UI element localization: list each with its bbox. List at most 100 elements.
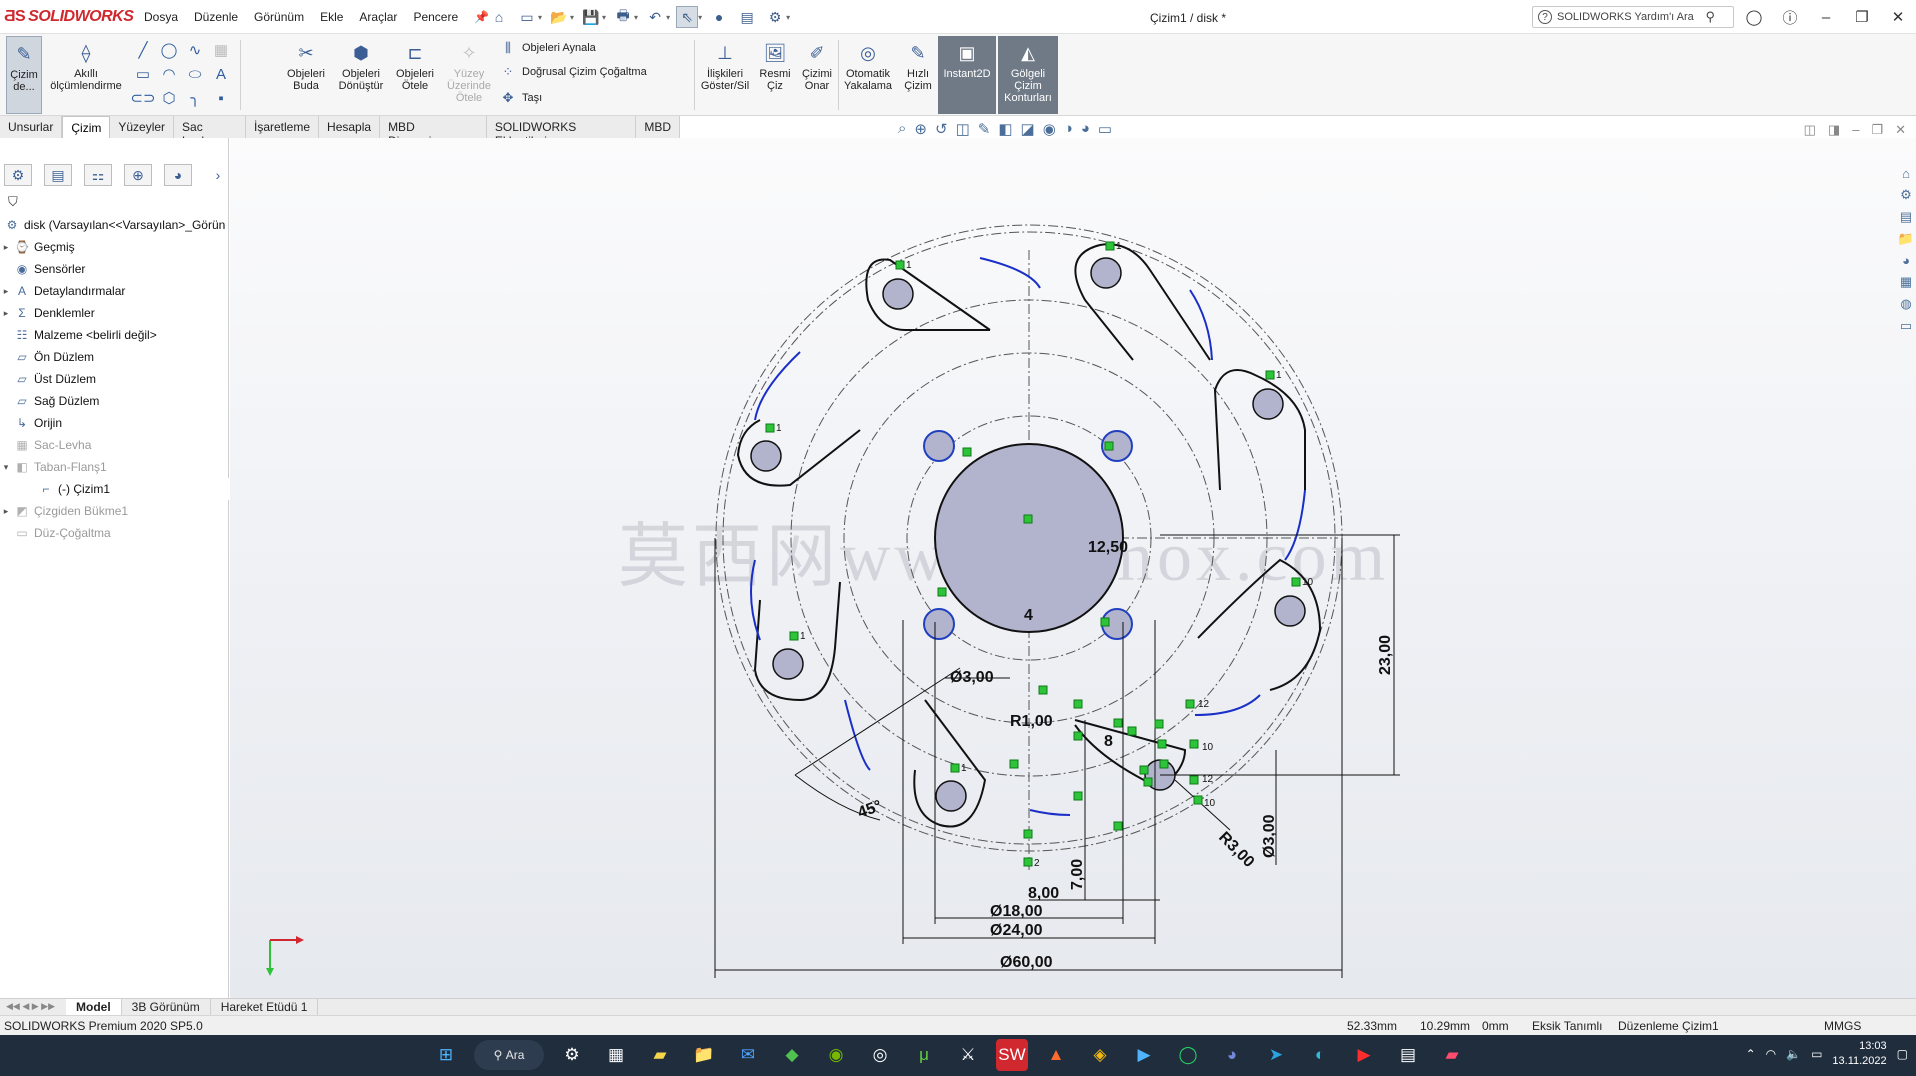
dim-d3-right[interactable]: Ø3,00 [1261,814,1278,858]
configuration-icon[interactable]: ⚏ [84,164,112,186]
rectangle-icon[interactable]: ▭ [130,62,156,86]
relation-marker[interactable] [1023,514,1033,524]
move-entities-button[interactable]: ✥ Taşı [500,90,543,106]
file-explorer-icon[interactable]: 📁 [688,1039,720,1071]
edge-icon[interactable]: ◐ [1304,1039,1336,1071]
viewport-restore-icon[interactable]: ❐ [1871,122,1883,138]
help-search-input[interactable]: ? SOLIDWORKS Yardım'ı Ara ⚲ [1532,6,1734,28]
close-button[interactable]: ✕ [1880,8,1916,26]
xbox-icon[interactable]: ◆ [776,1039,808,1071]
relation-marker[interactable] [1189,775,1199,785]
utorrent-icon[interactable]: μ [908,1039,940,1071]
display-manager-icon[interactable]: ◕ [164,164,192,186]
center-hole[interactable] [934,443,1124,633]
previous-view-icon[interactable]: ↺ [935,120,948,138]
text-icon[interactable]: A [208,62,234,86]
filter-icon[interactable]: ⛉ [8,194,18,210]
appearance-icon[interactable]: ◕ [1902,253,1910,268]
relation-marker[interactable] [1157,739,1167,749]
tree-root[interactable]: ⚙ disk (Varsayılan<<Varsayılan>_Görün [0,214,229,236]
chat-icon[interactable]: ▭ [1900,318,1912,334]
solidworks-logo[interactable]: ƋS SOLIDWORKS [4,8,134,26]
convert-entities-button[interactable]: ⬢ Objeleri Dönüştür [334,36,388,114]
relation-marker[interactable] [765,423,775,433]
polygon-icon[interactable]: ⬡ [156,86,182,110]
discord-icon[interactable]: ◕ [1216,1039,1248,1071]
calculator-icon[interactable]: ▤ [1392,1039,1424,1071]
wifi-icon[interactable]: ◠ [1766,1047,1776,1061]
tab-unsurlar[interactable]: Unsurlar [0,116,63,138]
tree-item-gecmis[interactable]: ▸ ⌚ Geçmiş [0,236,229,258]
app-icon[interactable]: ▰ [1436,1039,1468,1071]
tab-yuzeyler[interactable]: Yüzeyler [110,116,175,138]
expand-icon[interactable]: ▸ [0,286,12,297]
forum-icon[interactable]: ◍ [1900,296,1911,312]
blue-arc-7[interactable] [1029,809,1071,816]
relation-marker[interactable] [1291,577,1301,587]
dim-8[interactable]: 8,00 [1028,885,1059,902]
dynamic-annotation-icon[interactable]: ✎ [978,120,991,138]
menu-pencere[interactable]: Pencere [405,10,466,24]
dim-d24[interactable]: Ø24,00 [990,922,1043,939]
dim-7[interactable]: 7,00 [1069,859,1086,890]
tab-navigation-arrows[interactable]: ◀◀ ◀ ▶ ▶▶ [0,999,66,1015]
relation-marker[interactable] [950,763,960,773]
tab-model[interactable]: Model [66,999,122,1015]
resources-icon[interactable]: ⚙ [1900,187,1912,203]
ellipse-icon[interactable]: ⬭ [182,62,208,86]
tab-solidworks-eklentileri[interactable]: SOLIDWORKS Eklentileri [487,116,637,148]
rapid-sketch-button[interactable]: ✎ Hızlı Çizim [900,36,936,114]
menu-ekle[interactable]: Ekle [312,10,351,24]
settings-gear-icon[interactable]: ⚙ [556,1039,588,1071]
arc-icon[interactable]: ◠ [156,62,182,86]
undo-icon[interactable]: ↶ [644,6,666,28]
prime-video-icon[interactable]: ▶ [1128,1039,1160,1071]
dim-23[interactable]: 23,00 [1377,635,1394,675]
menu-dosya[interactable]: Dosya [136,10,186,24]
clock[interactable]: 13:03 13.11.2022 [1832,1039,1886,1069]
battery-icon[interactable]: ▭ [1811,1047,1822,1061]
custom-properties-icon[interactable]: ▦ [1900,274,1912,290]
dim-d3-left[interactable]: Ø3,00 [950,669,994,686]
slot-profile-5[interactable] [753,581,841,702]
fillet-icon[interactable]: ╮ [182,86,208,110]
slot-icon[interactable]: ⊂⊃ [130,86,156,110]
slot-hole-3[interactable] [1252,388,1284,420]
home-icon[interactable]: ⌂ [1902,166,1910,181]
slot-hole-6[interactable] [750,440,782,472]
volume-icon[interactable]: 🔈 [1786,1047,1801,1061]
hide-show-icon[interactable]: ◉ [1043,120,1056,138]
chevron-up-icon[interactable]: ⌃ [1746,1047,1756,1061]
account-icon[interactable]: ◯ [1736,8,1772,26]
tree-item-malzeme[interactable]: ☷ Malzeme <belirli değil> [0,324,229,346]
relation-marker[interactable] [1113,718,1123,728]
new-document-icon[interactable]: ▭ [516,6,538,28]
tab-hesapla[interactable]: Hesapla [319,116,381,138]
relation-marker[interactable] [1104,441,1114,451]
tab-motion-study[interactable]: Hareket Etüdü 1 [211,999,319,1015]
offset-entities-button[interactable]: ⊏ Objeleri Ötele [392,36,438,114]
tab-mbd[interactable]: MBD [636,116,680,138]
relation-marker[interactable] [1038,685,1048,695]
open-folder-icon[interactable]: 📂 [548,6,570,28]
circle-icon[interactable]: ◯ [156,38,182,62]
tab-cizim[interactable]: Çizim [62,116,111,138]
file-explorer-icon[interactable]: 📁 [1898,231,1914,247]
apply-scene-icon[interactable]: ◕ [1081,120,1090,138]
viewport-tile-icon[interactable]: ◫ [1804,122,1816,138]
minimize-button[interactable]: – [1808,9,1844,26]
autodesk-icon[interactable]: ▲ [1040,1039,1072,1071]
exit-sketch-button[interactable]: ✎ Çizim de... [6,36,42,114]
edit-appearance-icon[interactable]: ◑ [1064,120,1073,138]
help-question-icon[interactable]: ⓘ [1772,7,1808,28]
notification-icon[interactable]: ▢ [1897,1047,1908,1061]
relation-marker[interactable] [1127,726,1137,736]
chevron-right-icon[interactable]: › [204,164,232,186]
dim-d60[interactable]: Ø60,00 [1000,954,1053,971]
relation-marker[interactable] [1185,699,1195,709]
point-icon[interactable]: ▪ [208,86,234,110]
dim-4[interactable]: 4 [1024,607,1033,624]
mail-icon[interactable]: ✉ [732,1039,764,1071]
dim-d18[interactable]: Ø18,00 [990,903,1043,920]
blue-arc-4[interactable] [754,351,801,421]
